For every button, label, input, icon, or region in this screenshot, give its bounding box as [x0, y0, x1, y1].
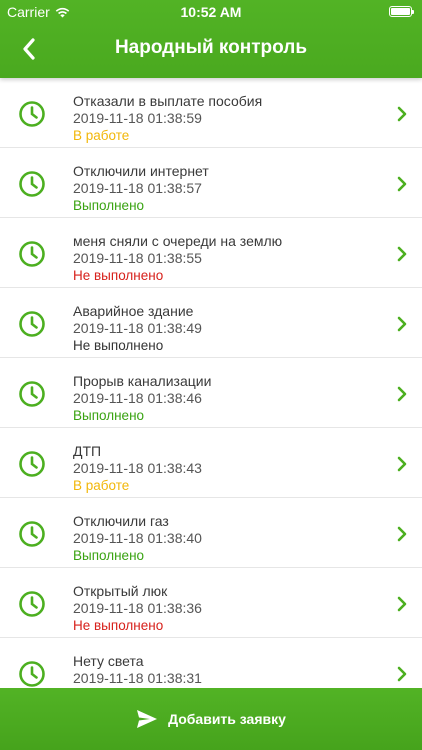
status-badge: Не выполнено: [73, 268, 164, 283]
battery-icon: [389, 6, 414, 17]
item-date: 2019-11-18 01:38:46: [73, 390, 202, 406]
clock-icon: [19, 381, 45, 407]
clock-icon: [19, 171, 45, 197]
status-badge: Выполнено: [73, 548, 145, 563]
chevron-right-icon: [397, 246, 407, 262]
list-item[interactable]: меня сняли с очереди на землю 2019-11-18…: [0, 218, 422, 288]
list-item[interactable]: Отключили интернет 2019-11-18 01:38:57 В…: [0, 148, 422, 218]
app-header: Carrier 10:52 AM Народный контроль: [0, 0, 422, 78]
item-title: Прорыв канализации: [73, 373, 212, 389]
status-badge: В работе: [73, 128, 130, 143]
chevron-right-icon: [397, 386, 407, 402]
item-title: меня сняли с очереди на землю: [73, 233, 283, 249]
chevron-right-icon: [397, 526, 407, 542]
status-time: 10:52 AM: [180, 4, 242, 20]
add-request-button[interactable]: Добавить заявку: [0, 688, 422, 750]
list-item[interactable]: Отключили газ 2019-11-18 01:38:40 Выполн…: [0, 498, 422, 568]
chevron-right-icon: [397, 106, 407, 122]
list-item[interactable]: Прорыв канализации 2019-11-18 01:38:46 В…: [0, 358, 422, 428]
item-date: 2019-11-18 01:38:43: [73, 460, 202, 476]
item-title: Аварийное здание: [73, 303, 194, 319]
clock-icon: [19, 661, 45, 687]
list-item[interactable]: Нету света 2019-11-18 01:38:31: [0, 638, 422, 688]
item-title: ДТП: [73, 443, 102, 459]
add-request-label: Добавить заявку: [168, 711, 286, 727]
item-title: Отказали в выплате пособия: [73, 93, 263, 109]
item-date: 2019-11-18 01:38:40: [73, 530, 202, 546]
item-title: Отключили газ: [73, 513, 169, 529]
item-date: 2019-11-18 01:38:55: [73, 250, 202, 266]
list-item[interactable]: ДТП 2019-11-18 01:38:43 В работе: [0, 428, 422, 498]
list-item[interactable]: Отказали в выплате пособия 2019-11-18 01…: [0, 78, 422, 148]
status-badge: Не выполнено: [73, 618, 164, 633]
status-badge: Выполнено: [73, 198, 145, 213]
item-date: 2019-11-18 01:38:31: [73, 670, 202, 686]
clock-icon: [19, 591, 45, 617]
clock-icon: [19, 451, 45, 477]
item-date: 2019-11-18 01:38:49: [73, 320, 202, 336]
list-item[interactable]: Открытый люк 2019-11-18 01:38:36 Не выпо…: [0, 568, 422, 638]
status-badge: Выполнено: [73, 408, 145, 423]
status-badge: Не выполнено: [73, 338, 164, 353]
chevron-right-icon: [397, 666, 407, 682]
clock-icon: [19, 101, 45, 127]
clock-icon: [19, 521, 45, 547]
chevron-right-icon: [397, 176, 407, 192]
item-date: 2019-11-18 01:38:57: [73, 180, 202, 196]
item-title: Открытый люк: [73, 583, 168, 599]
status-bar: Carrier 10:52 AM: [0, 0, 422, 24]
item-date: 2019-11-18 01:38:59: [73, 110, 202, 126]
request-list[interactable]: Отказали в выплате пособия 2019-11-18 01…: [0, 78, 422, 688]
page-title: Народный контроль: [114, 37, 308, 58]
item-title: Нету света: [73, 653, 144, 669]
chevron-right-icon: [397, 316, 407, 332]
item-title: Отключили интернет: [73, 163, 209, 179]
item-date: 2019-11-18 01:38:36: [73, 600, 202, 616]
list-item[interactable]: Аварийное здание 2019-11-18 01:38:49 Не …: [0, 288, 422, 358]
clock-icon: [19, 311, 45, 337]
status-badge: В работе: [73, 478, 130, 493]
clock-icon: [19, 241, 45, 267]
send-icon: [137, 710, 158, 728]
chevron-right-icon: [397, 456, 407, 472]
chevron-right-icon: [397, 596, 407, 612]
